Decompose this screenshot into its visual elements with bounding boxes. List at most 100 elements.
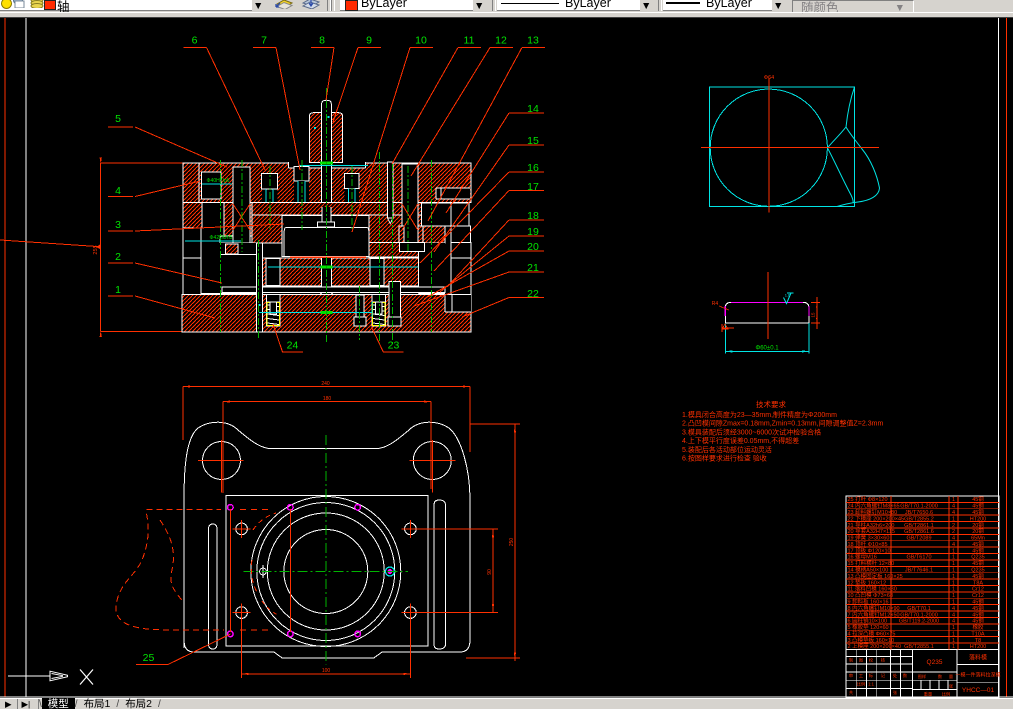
svg-text:橡胶: 橡胶 [972, 623, 984, 631]
svg-text:Q235: Q235 [971, 555, 984, 561]
svg-text:19 弹簧 3×30×60: 19 弹簧 3×30×60 [848, 534, 890, 542]
svg-text:张: 张 [893, 689, 898, 696]
svg-text:处: 处 [893, 672, 898, 679]
svg-text:5.装配后各活动部位运动灵活: 5.装配后各活动部位运动灵活 [682, 445, 772, 454]
svg-text:20 导套A32H7×115: 20 导套A32H7×115 [848, 527, 895, 535]
svg-text:GB/T2861.6: GB/T2861.6 [904, 529, 934, 535]
svg-text:24 内六角螺钉M8×65: 24 内六角螺钉M8×65 [848, 502, 900, 510]
svg-text:1: 1 [952, 638, 955, 644]
svg-text:8 内六角螺钉M10×90: 8 内六角螺钉M10×90 [848, 604, 900, 612]
svg-text:3: 3 [115, 219, 121, 231]
svg-text:2.凸凹模间隙Zmax=0.18mm,Zmin=0.13mm: 2.凸凹模间隙Zmax=0.18mm,Zmin=0.13mm,间隙调整值Z=2.… [682, 419, 883, 428]
svg-text:7 内六角螺钉M12×50: 7 内六角螺钉M12×50 [848, 610, 900, 618]
svg-text:GB/T2855.2: GB/T2855.2 [904, 516, 934, 522]
svg-text:25: 25 [143, 652, 155, 664]
svg-text:240: 240 [321, 381, 330, 387]
svg-text:11 落料凹模 160×30: 11 落料凹模 160×30 [848, 585, 897, 593]
svg-text:记: 记 [881, 672, 886, 678]
svg-text:1: 1 [952, 580, 955, 586]
svg-text:张: 张 [949, 683, 954, 690]
svg-text:核: 核 [881, 657, 886, 664]
svg-text:HT200: HT200 [970, 644, 987, 650]
svg-text:45钢: 45钢 [972, 604, 984, 612]
svg-text:审: 审 [849, 672, 853, 679]
svg-text:GB/T70.1-2000: GB/T70.1-2000 [900, 504, 938, 510]
svg-text:45钢: 45钢 [972, 495, 984, 503]
svg-text:3.模具装配后须经3000~6000次试冲检验合格: 3.模具装配后须经3000~6000次试冲检验合格 [682, 427, 821, 436]
svg-text:1: 1 [115, 284, 121, 296]
svg-text:15 打料横杆 12×80: 15 打料横杆 12×80 [848, 559, 895, 567]
svg-text:校: 校 [869, 657, 874, 664]
svg-text:4: 4 [952, 504, 955, 510]
svg-text:45钢: 45钢 [972, 610, 984, 618]
svg-text:4.上下模平行度误差0.05mm,不得超差: 4.上下模平行度误差0.05mm,不得超差 [682, 436, 799, 445]
svg-text:Φ64: Φ64 [764, 75, 775, 81]
svg-text:比例: 比例 [857, 681, 865, 688]
svg-text:6.按图样要求进行检查 验收: 6.按图样要求进行检查 验收 [682, 454, 767, 463]
svg-text:9: 9 [366, 35, 372, 47]
svg-text:12 垫板 160×12: 12 垫板 160×12 [848, 578, 887, 586]
svg-text:20钢: 20钢 [972, 527, 984, 535]
svg-text:25 打杆 Φ8×120: 25 打杆 Φ8×120 [848, 495, 888, 503]
svg-text:1: 1 [952, 599, 955, 605]
svg-text:落料模: 落料模 [969, 654, 987, 662]
svg-text:1.模具闭合高度为23—35mm,制件精度为Φ200mm: 1.模具闭合高度为23—35mm,制件精度为Φ200mm [682, 410, 837, 419]
svg-text:100: 100 [322, 668, 331, 674]
svg-text:13: 13 [527, 35, 539, 47]
svg-text:4: 4 [952, 619, 955, 625]
svg-text:2: 2 [952, 529, 955, 535]
svg-text:10: 10 [415, 35, 427, 47]
svg-text:1: 1 [952, 516, 955, 522]
svg-text:1.6: 1.6 [785, 293, 791, 298]
svg-text:23 卸料螺钉M10×80: 23 卸料螺钉M10×80 [848, 508, 898, 516]
svg-text:65Mn: 65Mn [971, 536, 985, 542]
svg-text:5 橡胶垫 120×60: 5 橡胶垫 120×60 [848, 623, 889, 631]
svg-text:比例: 比例 [942, 691, 950, 698]
svg-text:9 卸料板 160×16: 9 卸料板 160×16 [848, 597, 889, 605]
svg-text:一模一件落料拉深模: 一模一件落料拉深模 [955, 672, 1000, 679]
svg-text:17: 17 [527, 181, 539, 193]
svg-text:1: 1 [952, 574, 955, 580]
svg-text:图: 图 [859, 658, 863, 664]
svg-text:T8: T8 [975, 638, 981, 644]
svg-text:GB/T70.1-2000: GB/T70.1-2000 [900, 612, 938, 618]
svg-text:Φ42H6/h5: Φ42H6/h5 [210, 235, 233, 241]
svg-text:3 凸模垫板 160×10: 3 凸模垫板 160×10 [848, 636, 895, 644]
svg-text:R4: R4 [712, 301, 719, 307]
svg-text:YHCC—01: YHCC—01 [962, 687, 995, 694]
svg-text:1: 1 [952, 568, 955, 574]
svg-text:5: 5 [115, 113, 121, 125]
svg-text:Cr12: Cr12 [972, 593, 984, 599]
svg-text:45钢: 45钢 [972, 559, 984, 567]
svg-text:7: 7 [261, 35, 267, 47]
svg-text:22: 22 [527, 288, 539, 300]
svg-text:HT200: HT200 [970, 516, 987, 522]
svg-text:18 顶杆 Φ10×85: 18 顶杆 Φ10×85 [848, 540, 888, 548]
svg-text:GB/T2855.1: GB/T2855.1 [904, 644, 934, 650]
svg-text:T10A: T10A [971, 631, 984, 637]
svg-text:制: 制 [849, 657, 853, 664]
svg-text:数: 数 [938, 673, 943, 680]
svg-text:6 圆柱销10×100: 6 圆柱销10×100 [848, 617, 888, 625]
svg-text:Q235: Q235 [927, 659, 943, 666]
svg-text:22 下模座 200×200×45: 22 下模座 200×200×45 [848, 514, 905, 522]
svg-text:23: 23 [388, 340, 400, 352]
svg-text:技术要求: 技术要求 [756, 399, 786, 409]
svg-text:24: 24 [287, 340, 299, 352]
svg-text:GB/T70.1: GB/T70.1 [907, 606, 931, 612]
svg-text:GB/T2861.1: GB/T2861.1 [904, 523, 934, 529]
svg-text:20钢: 20钢 [972, 521, 984, 529]
svg-text:1: 1 [952, 497, 955, 503]
svg-text:4: 4 [952, 606, 955, 612]
svg-text:Φ60±0.1: Φ60±0.1 [755, 346, 779, 352]
svg-text:量: 量 [949, 673, 953, 680]
svg-text:GB/T6170: GB/T6170 [906, 555, 931, 561]
svg-text:12: 12 [495, 35, 507, 47]
svg-text:13 凸模固定板 160×25: 13 凸模固定板 160×25 [848, 572, 903, 580]
svg-text:45钢: 45钢 [972, 572, 984, 580]
svg-text:图样: 图样 [918, 673, 926, 680]
svg-text:45钢: 45钢 [972, 597, 984, 605]
svg-text:4: 4 [952, 612, 955, 618]
svg-text:8: 8 [319, 35, 325, 47]
svg-text:T8A: T8A [973, 580, 983, 586]
